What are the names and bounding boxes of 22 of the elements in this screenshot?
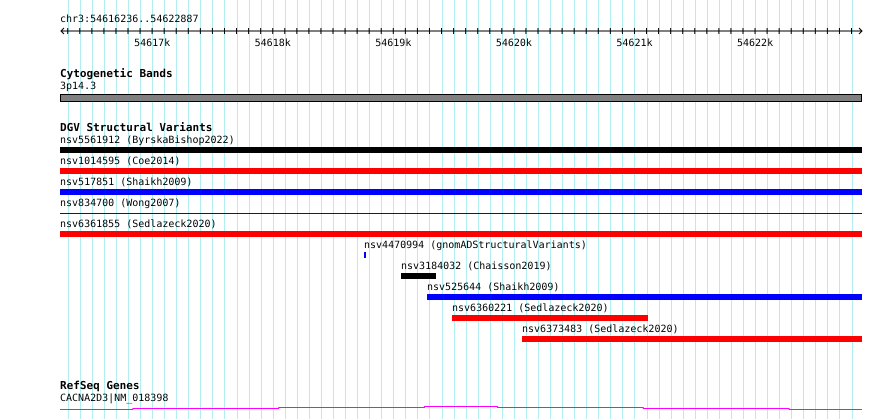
feature-label: nsv517851 (Shaikh2009) xyxy=(60,177,192,189)
feature-label: nsv4470994 (gnomADStructuralVariants) xyxy=(364,240,587,252)
feature-label: 3p14.3 xyxy=(60,81,96,93)
scale-label: 54619k xyxy=(375,38,412,50)
track-title: Cytogenetic Bands xyxy=(60,68,173,80)
track-title: RefSeq Genes xyxy=(60,380,140,392)
scale-label: 54620k xyxy=(496,38,532,50)
track-title: DGV Structural Variants xyxy=(60,122,212,134)
feature-label: nsv525644 (Shaikh2009) xyxy=(427,282,560,294)
feature-label: nsv6373483 (Sedlazeck2020) xyxy=(522,324,679,336)
region-coordinates: chr3:54616236..54622887 xyxy=(60,14,198,26)
feature-label: nsv5561912 (ByrskaBishop2022) xyxy=(60,135,235,147)
feature-label: CACNA2D3|NM_018398 xyxy=(60,393,168,405)
feature-label: nsv3184032 (Chaisson2019) xyxy=(401,261,552,273)
feature-label: nsv6361855 (Sedlazeck2020) xyxy=(60,219,217,231)
scale-label: 54618k xyxy=(254,38,291,50)
scale-label: 54621k xyxy=(616,38,653,50)
feature-label: nsv834700 (Wong2007) xyxy=(60,198,180,210)
scale-label: 54617k xyxy=(134,38,170,50)
scale-label: 54622k xyxy=(736,38,774,50)
feature-label: nsv1014595 (Coe2014) xyxy=(60,156,180,168)
feature-label: nsv6360221 (Sedlazeck2020) xyxy=(452,303,609,315)
